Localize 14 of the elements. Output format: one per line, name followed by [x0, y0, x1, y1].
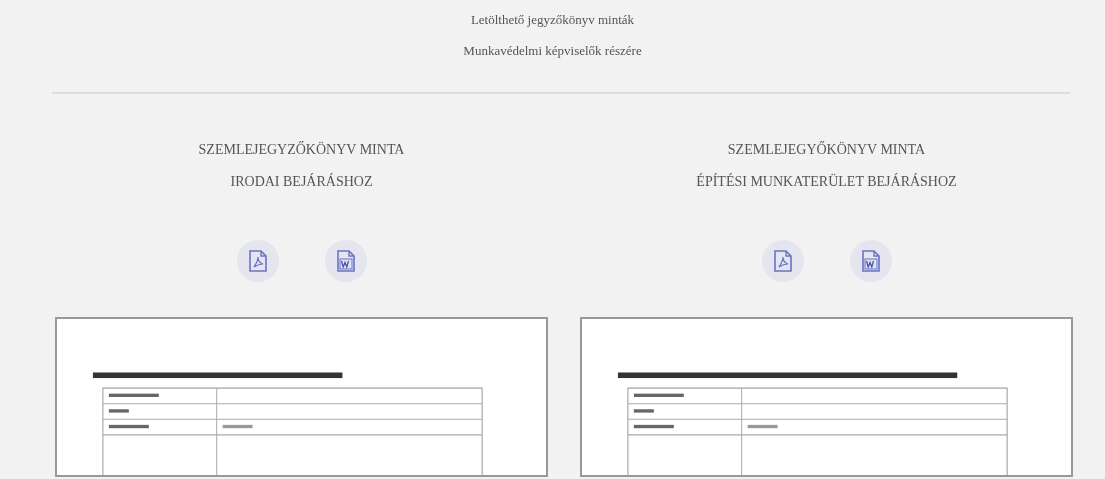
pdf-file-icon [247, 250, 268, 272]
pdf-file-icon [772, 250, 793, 272]
page-subtitle: Munkavédelmi képviselők részére [462, 42, 643, 60]
word-file-icon [860, 250, 881, 272]
document-title: IRODAI BEJÁRÁSHOZ [229, 172, 374, 191]
pdf-download-button[interactable] [236, 240, 279, 282]
word-download-button[interactable] [849, 240, 892, 282]
document-title: SZEMLEJEGYZŐKÖNYV MINTA [198, 140, 405, 159]
word-file-icon [335, 250, 356, 272]
page-title: Letölthető jegyzőkönyv minták [469, 11, 636, 29]
document-title: ÉPÍTÉSI MUNKATERÜLET BEJÁRÁSHOZ [696, 172, 957, 191]
document-title: SZEMLEJEGYŐKÖNYV MINTA [726, 140, 927, 159]
word-download-button[interactable] [324, 240, 367, 282]
pdf-download-button[interactable] [761, 240, 804, 282]
